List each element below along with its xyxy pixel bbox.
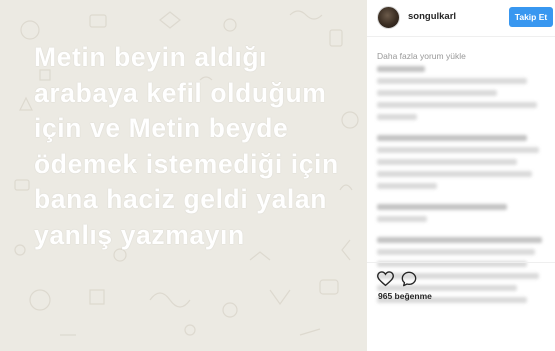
post-image[interactable]: Metin beyin aldığı arabaya kefil olduğum… — [0, 0, 367, 351]
username-link[interactable]: songulkarl — [408, 11, 456, 22]
post-actions: 965 beğenme — [367, 262, 555, 351]
follow-button[interactable]: Takip Et — [509, 7, 553, 27]
speech-bubble-icon[interactable] — [401, 271, 417, 287]
load-more-comments-link[interactable]: Daha fazla yorum yükle — [377, 51, 466, 61]
heart-icon[interactable] — [377, 271, 394, 287]
post-sidebar: songulkarl Takip Et Daha fazla yorum yük… — [367, 0, 555, 351]
post-header: songulkarl Takip Et — [367, 0, 555, 37]
avatar[interactable] — [377, 6, 400, 29]
likes-count[interactable]: 965 beğenme — [378, 291, 432, 301]
post-caption-text: Metin beyin aldığı arabaya kefil olduğum… — [34, 42, 339, 250]
